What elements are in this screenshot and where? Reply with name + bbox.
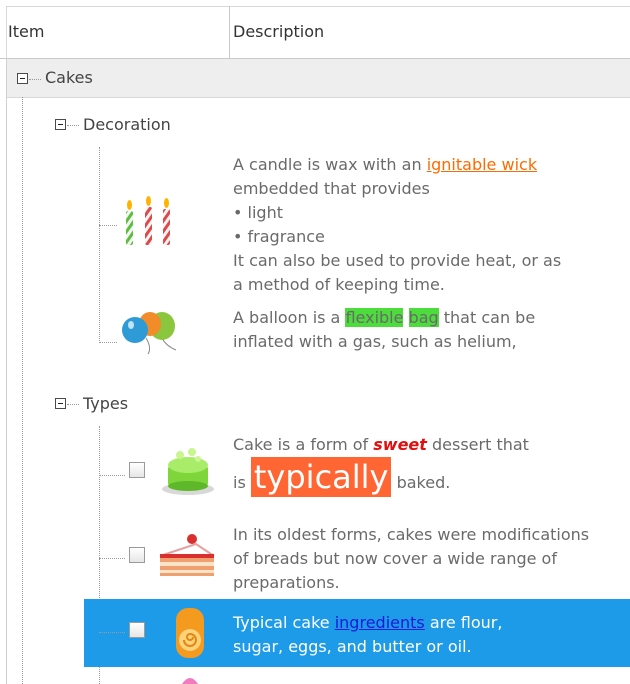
cake1-text-is: is xyxy=(233,473,251,492)
column-description-header[interactable]: Description xyxy=(233,22,324,41)
header-top-border xyxy=(6,6,630,7)
candle-description: A candle is wax with an ignitable wick e… xyxy=(233,153,561,297)
emphasis-sweet: sweet xyxy=(373,435,427,454)
cake2-text-line3: preparations. xyxy=(233,573,340,592)
candle-bullet-fragrance: • fragrance xyxy=(233,227,325,246)
balloon-text-pre: A balloon is a xyxy=(233,308,346,327)
cake-slice-icon xyxy=(159,534,215,576)
collapse-cakes-icon[interactable] xyxy=(17,73,28,84)
tree-line-decoration xyxy=(99,147,100,343)
cake1-text-post: dessert that xyxy=(426,435,529,454)
candle-bullet-light: • light xyxy=(233,203,283,222)
column-header: Item Description xyxy=(0,0,630,59)
cake3-text-post: are flour, xyxy=(424,613,503,632)
group-label-cakes: Cakes xyxy=(45,68,93,87)
group-row-cakes[interactable] xyxy=(7,59,630,98)
candle-text-line1: A candle is wax with an xyxy=(233,155,427,174)
header-left-border xyxy=(6,6,7,58)
highlight-flexible: flexible xyxy=(345,308,404,327)
row-checkbox-cake1[interactable] xyxy=(129,462,145,478)
cake2-description: In its oldest forms, cakes were modifica… xyxy=(233,523,589,595)
cake1-description: Cake is a form of sweet dessert that is … xyxy=(233,433,529,503)
cake1-text-pre: Cake is a form of xyxy=(233,435,374,454)
grid-left-border xyxy=(6,58,7,684)
cake1-text-baked: baked. xyxy=(391,473,451,492)
balloon-description: A balloon is a flexible bag that can be … xyxy=(233,306,535,354)
column-separator[interactable] xyxy=(229,6,230,58)
subgroup-label-decoration: Decoration xyxy=(83,115,171,134)
cake3-text-line2: sugar, eggs, and butter or oil. xyxy=(233,637,472,656)
cake3-text-pre: Typical cake xyxy=(233,613,335,632)
column-item-header[interactable]: Item xyxy=(8,22,44,41)
candle-text-line2: embedded that provides xyxy=(233,179,430,198)
candle-text-line6: a method of keeping time. xyxy=(233,275,445,294)
pink-cake-icon xyxy=(182,678,198,684)
tree-connector xyxy=(99,342,117,343)
row-checkbox-cake3[interactable] xyxy=(129,622,145,638)
balloon-text-line2: inflated with a gas, such as helium, xyxy=(233,332,517,351)
tree-connector xyxy=(99,558,125,559)
tree-connector xyxy=(67,125,79,126)
candle-text-line5: It can also be used to provide heat, or … xyxy=(233,251,562,270)
highlight-bag: bag xyxy=(408,308,439,327)
collapse-decoration-icon[interactable] xyxy=(55,119,66,130)
green-cake-icon xyxy=(162,448,214,495)
cake-roll-icon xyxy=(176,608,204,658)
cake2-text-line2: of breads but now cover a wide range of xyxy=(233,549,557,568)
tree-connector xyxy=(29,79,41,80)
candles-icon xyxy=(126,196,170,245)
tree-connector xyxy=(99,475,125,476)
tree-connector xyxy=(99,225,117,226)
subgroup-label-types: Types xyxy=(83,394,129,413)
row-checkbox-cake2[interactable] xyxy=(129,547,145,563)
balloon-text-post: that can be xyxy=(438,308,536,327)
ignitable-wick-link[interactable]: ignitable wick xyxy=(427,155,537,174)
tree-line-cakes xyxy=(22,97,23,684)
balloons-icon xyxy=(122,312,177,355)
tree-connector xyxy=(99,632,125,633)
ingredients-link[interactable]: ingredients xyxy=(335,613,425,632)
emphasis-typically: typically xyxy=(250,457,392,497)
collapse-types-icon[interactable] xyxy=(55,398,66,409)
cake3-description: Typical cake ingredients are flour, suga… xyxy=(233,611,502,659)
tree-connector xyxy=(67,404,79,405)
cake2-text-line1: In its oldest forms, cakes were modifica… xyxy=(233,525,590,544)
